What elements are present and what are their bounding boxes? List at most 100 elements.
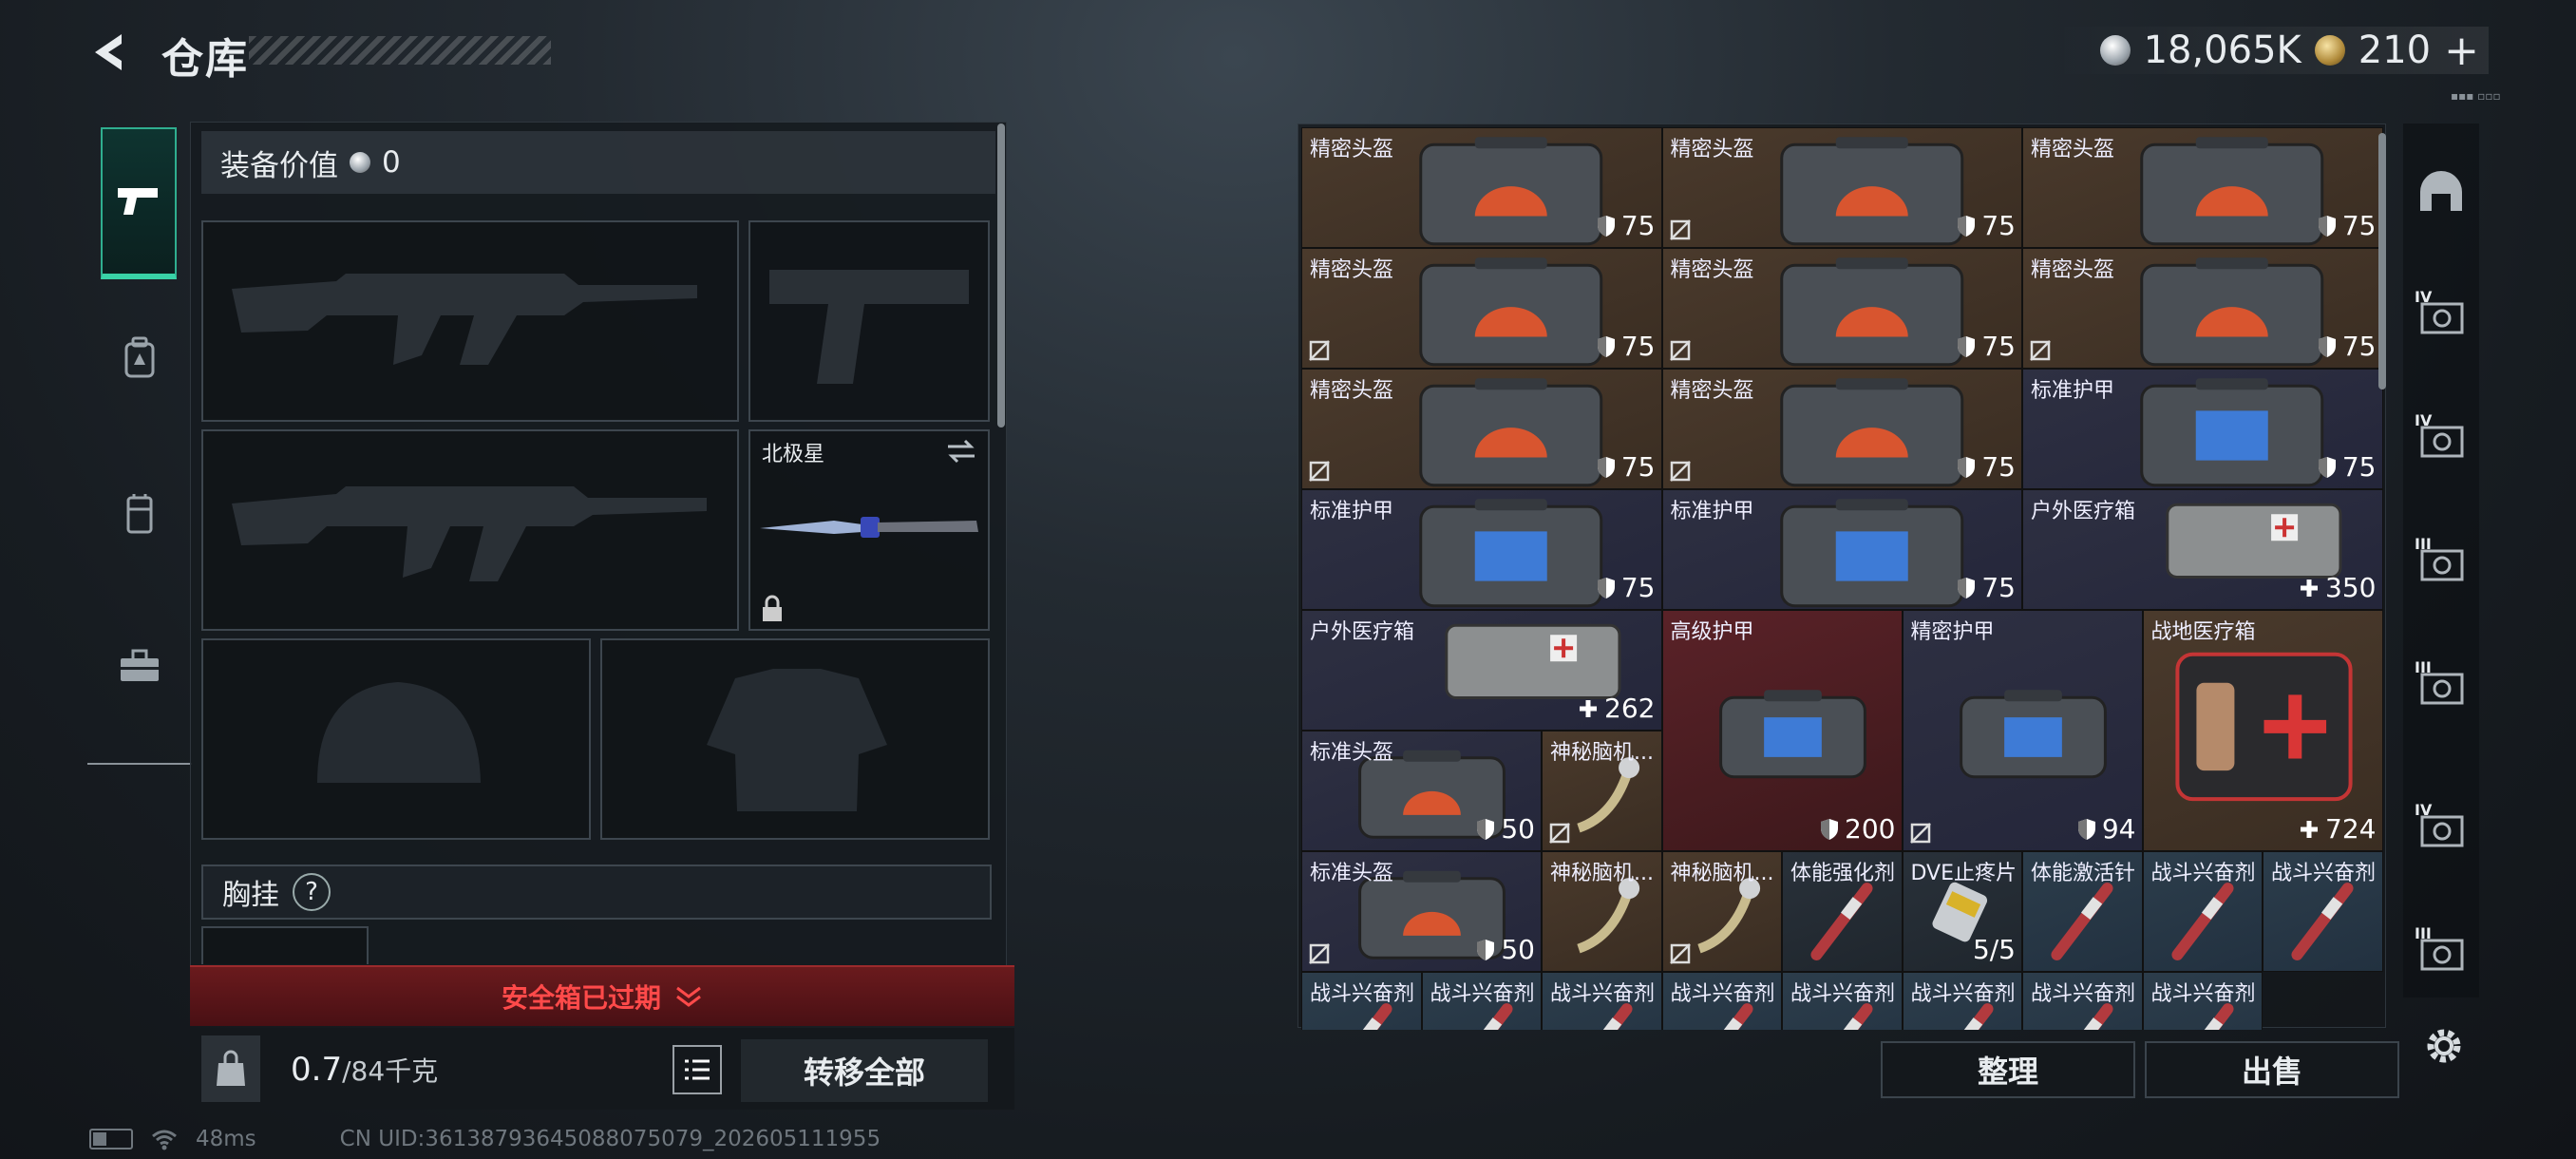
stash-item[interactable]: 精密护甲 94: [1902, 610, 2143, 851]
item-value-text: 5/5: [1972, 934, 2016, 965]
item-value: 75: [1957, 451, 2016, 483]
sort-button[interactable]: 整理: [1881, 1041, 2135, 1098]
item-name: 神秘脑机...: [1550, 862, 1654, 885]
knife-name: 北极星: [762, 443, 825, 466]
stash-item[interactable]: 精密头盔 75: [2022, 127, 2383, 248]
equip-value-label: 装备价值: [220, 148, 338, 183]
primary-weapon-slot[interactable]: [201, 220, 739, 422]
filter-tier-tab[interactable]: IV: [2413, 410, 2470, 467]
item-value-text: 724: [2325, 813, 2377, 845]
tertiary-weapon-slot[interactable]: [201, 429, 739, 631]
gold-add-button[interactable]: +: [2444, 27, 2479, 75]
help-button[interactable]: ?: [293, 873, 331, 911]
equipment-value-row: 装备价值 0: [201, 131, 995, 194]
chest-rig-slot[interactable]: [201, 926, 369, 964]
no-insure-icon: [1669, 219, 1691, 240]
transfer-all-button[interactable]: 转移全部: [741, 1039, 988, 1102]
item-name: 战斗兴奋剂: [2150, 982, 2256, 1006]
stash-item[interactable]: 神秘脑机...: [1542, 851, 1662, 972]
stash-item[interactable]: 高级护甲 200: [1661, 610, 1903, 851]
item-status-tag: [1669, 942, 1692, 965]
stash-item[interactable]: 体能强化剂: [1782, 851, 1903, 972]
stash-item[interactable]: 标准护甲 75: [2022, 369, 2383, 489]
stash-item[interactable]: 神秘脑机...: [1542, 731, 1662, 851]
item-name: 战斗兴奋剂: [1790, 982, 1896, 1006]
gold-coin-icon: [2314, 35, 2345, 66]
item-name: 神秘脑机...: [1670, 862, 1774, 885]
stash-item[interactable]: 标准头盔 50: [1301, 851, 1542, 972]
nav-vest-tab[interactable]: [101, 475, 179, 553]
sell-button[interactable]: 出售: [2145, 1041, 2399, 1098]
swap-button[interactable]: [944, 437, 978, 466]
melee-slot[interactable]: 北极星: [748, 429, 990, 631]
stash-item[interactable]: 户外医疗箱 350: [2022, 489, 2383, 610]
stash-item[interactable]: 精密头盔 75: [1661, 127, 2022, 248]
right-filter-nav: IV IV III III IV III: [2403, 124, 2479, 998]
stash-item[interactable]: 战斗兴奋剂: [2022, 972, 2143, 1030]
filter-helmet-tab[interactable]: [2413, 163, 2470, 220]
stash-item[interactable]: 战斗兴奋剂: [1542, 972, 1662, 1030]
stash-item[interactable]: 战斗兴奋剂: [1421, 972, 1542, 1030]
item-name: 精密头盔: [1310, 138, 1394, 162]
item-value: 350: [2299, 572, 2377, 603]
shield-icon: [1477, 939, 1495, 960]
no-insure-icon: [1909, 823, 1931, 844]
item-name: 标准护甲: [2031, 379, 2115, 403]
stash-item[interactable]: 战斗兴奋剂: [1661, 972, 1782, 1030]
stash-item[interactable]: 战斗兴奋剂: [1902, 972, 2022, 1030]
safe-box-expired-banner[interactable]: 安全箱已过期: [190, 965, 1014, 1026]
armor-slot[interactable]: [600, 638, 990, 840]
stash-item[interactable]: 精密头盔 75: [1661, 369, 2022, 489]
ping: 48ms: [196, 1127, 256, 1151]
stash-item[interactable]: 精密头盔 75: [1661, 248, 2022, 369]
helmet-slot[interactable]: [201, 638, 591, 840]
stash-item[interactable]: 户外医疗箱 262: [1301, 610, 1662, 731]
item-status-tag: [1909, 822, 1932, 845]
filter-tier-tab[interactable]: IV: [2413, 800, 2470, 857]
shield-icon: [1821, 818, 1839, 840]
no-insure-icon: [1309, 943, 1330, 964]
stash-item[interactable]: 精密头盔 75: [1301, 127, 1662, 248]
item-value: 75: [1957, 572, 2016, 603]
filter-tier-tab[interactable]: III: [2413, 657, 2470, 714]
filter-tier-tab[interactable]: III: [2413, 923, 2470, 980]
settings-button[interactable]: [2422, 1024, 2466, 1068]
stash-item[interactable]: DVE止疼片 5/5: [1902, 851, 2022, 972]
list-view-button[interactable]: [672, 1045, 722, 1094]
shield-icon: [2318, 456, 2336, 478]
stash-item[interactable]: 战斗兴奋剂: [2142, 972, 2263, 1030]
item-value: 5/5: [1973, 934, 2016, 965]
stash-item[interactable]: 精密头盔 75: [2022, 248, 2383, 369]
secondary-weapon-slot[interactable]: [748, 220, 990, 422]
stash-item[interactable]: 战斗兴奋剂: [2263, 851, 2383, 972]
bag-weight-button[interactable]: [201, 1036, 260, 1102]
stash-item[interactable]: 标准头盔 50: [1301, 731, 1542, 851]
tier-label: III: [2415, 924, 2432, 942]
nav-toolbox-tab[interactable]: [101, 627, 179, 705]
filter-tier-tab[interactable]: III: [2413, 534, 2470, 591]
stash-item[interactable]: 体能激活针: [2022, 851, 2143, 972]
stash-item[interactable]: 战斗兴奋剂: [2142, 851, 2263, 972]
nav-backpack-tab[interactable]: [101, 319, 179, 397]
stash-item[interactable]: 战斗兴奋剂: [1301, 972, 1422, 1030]
filter-tier-tab[interactable]: IV: [2413, 287, 2470, 344]
left-category-nav: [87, 124, 192, 765]
nav-weapons-tab[interactable]: [101, 127, 177, 279]
loadout-scrollbar[interactable]: [997, 124, 1005, 428]
item-value: 75: [2318, 210, 2377, 241]
no-insure-icon: [1309, 461, 1330, 482]
version-mark: ▪▪▪ ▫▫▫: [2451, 89, 2501, 103]
stash-item[interactable]: 战地医疗箱 724: [2142, 610, 2383, 851]
back-button[interactable]: [85, 28, 133, 76]
stash-scrollbar[interactable]: [2378, 133, 2386, 390]
stash-item[interactable]: 标准护甲 75: [1661, 489, 2022, 610]
stash-item[interactable]: 战斗兴奋剂: [1782, 972, 1903, 1030]
item-value-text: 75: [1981, 331, 2016, 362]
stash-item[interactable]: 精密头盔 75: [1301, 369, 1662, 489]
item-status-tag: [1308, 460, 1331, 483]
stash-item[interactable]: 标准护甲 75: [1301, 489, 1662, 610]
stash-item[interactable]: 精密头盔 75: [1301, 248, 1662, 369]
stash-item[interactable]: 神秘脑机...: [1661, 851, 1782, 972]
item-name: 精密头盔: [1310, 379, 1394, 403]
item-name: 战斗兴奋剂: [1670, 982, 1775, 1006]
